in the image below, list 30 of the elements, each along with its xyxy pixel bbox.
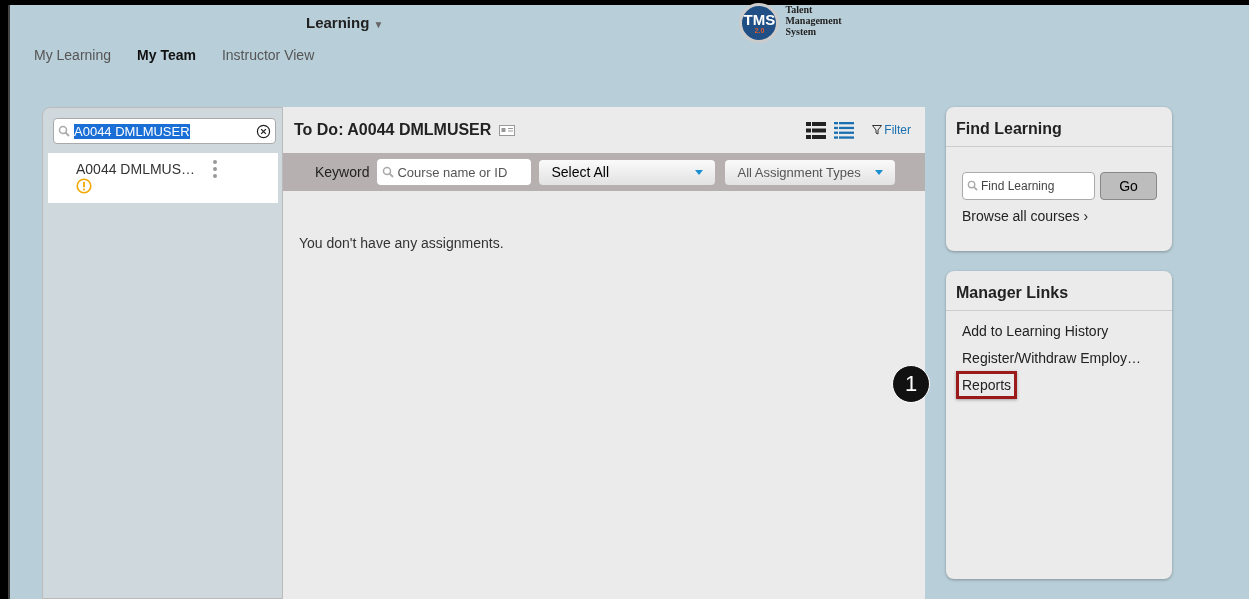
nav-tab[interactable]: My Team [137, 47, 196, 63]
search-field[interactable]: A0044 DMLMUSER [53, 118, 276, 144]
manager-link[interactable]: Register/Withdraw Employ… [962, 350, 1141, 366]
browse-link[interactable]: Browse all courses › [962, 208, 1089, 224]
empty-message: You don't have any assignments. [299, 235, 505, 251]
nav-tab[interactable]: My Learning [34, 47, 112, 63]
manager-link[interactable]: Add to Learning History [962, 323, 1109, 339]
nav-tab[interactable]: Instructor View [221, 47, 315, 63]
clear-icon[interactable] [256, 123, 271, 139]
learning-menu[interactable]: Learning ▼ [306, 14, 384, 31]
filter-icon[interactable] [872, 125, 883, 135]
more-icon[interactable] [213, 160, 218, 178]
go-button[interactable]: Go [1100, 172, 1157, 200]
logo-text: Talent Management System [785, 4, 842, 39]
filter-link[interactable]: Filter [884, 123, 911, 137]
panel-title: To Do: A0044 DMLMUSER [294, 121, 492, 139]
person-item[interactable]: A0044 DMLMUS… [48, 153, 278, 203]
person-name: A0044 DMLMUS… [76, 161, 196, 177]
card-title: Manager Links [946, 271, 1172, 311]
manager-link[interactable]: Reports [956, 371, 1018, 399]
card-title: Find Learning [946, 107, 1172, 147]
search-icon [58, 125, 70, 137]
keyword-field[interactable]: Course name or ID [377, 159, 532, 185]
type-dropdown[interactable]: All Assignment Types [725, 159, 896, 185]
list-view-icon[interactable] [806, 121, 827, 139]
keyword-label: Keyword [315, 164, 370, 180]
id-card-icon [499, 124, 516, 136]
detail-list-icon[interactable] [834, 121, 855, 139]
status-dropdown[interactable]: Select All [539, 159, 716, 185]
find-learning-field[interactable]: Find Learning [962, 172, 1095, 200]
